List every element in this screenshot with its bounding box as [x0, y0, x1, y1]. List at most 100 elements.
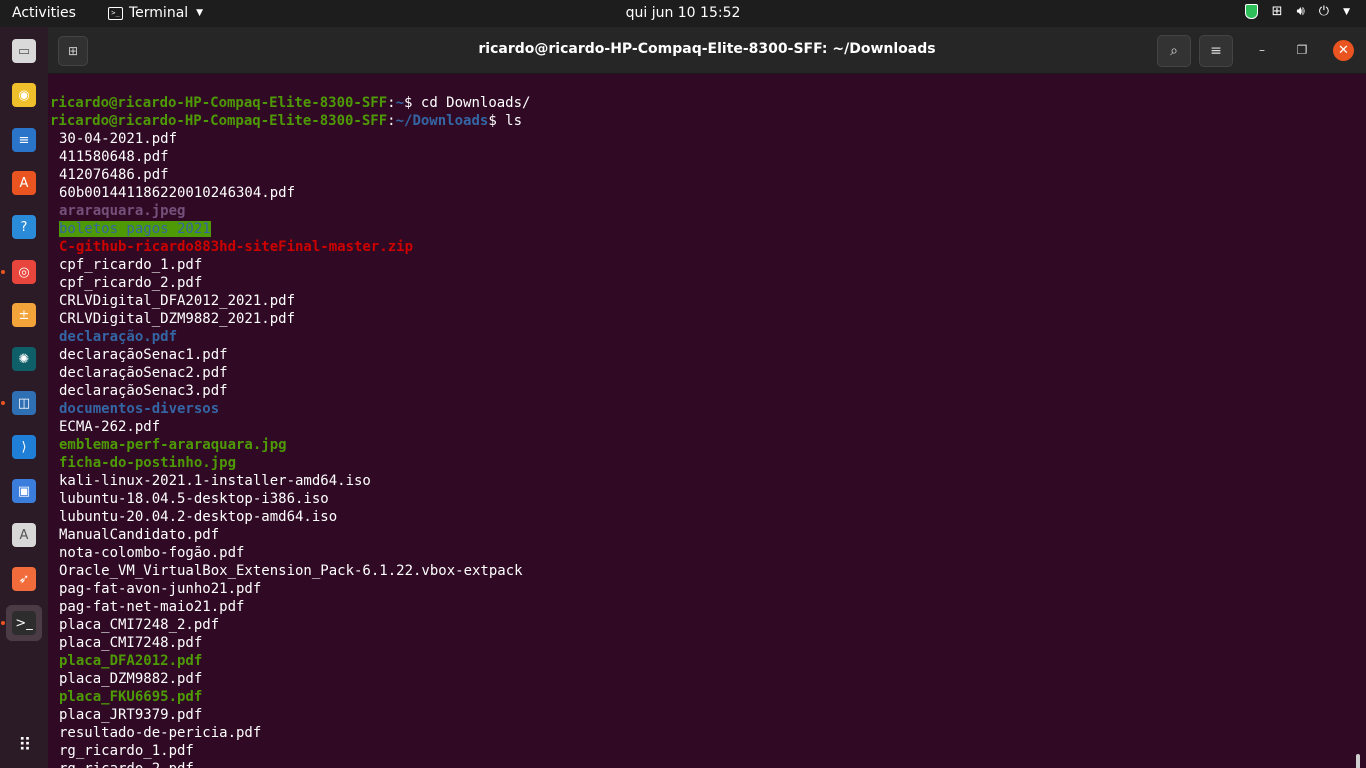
- pdf-icon: A: [12, 523, 36, 547]
- dock-item-virtualbox[interactable]: ◫: [6, 385, 42, 421]
- dock-item-writer[interactable]: ≡: [6, 122, 42, 158]
- search-icon: ⌕: [1170, 43, 1178, 59]
- dock-item-gitkraken[interactable]: ✺: [6, 341, 42, 377]
- ls-entry: cpf_ricardo_1.pdf: [50, 256, 530, 274]
- network-icon[interactable]: ⊞: [1272, 4, 1283, 19]
- close-icon: ✕: [1338, 43, 1349, 58]
- ls-entry: nota-colombo-fogão.pdf: [50, 544, 530, 562]
- ls-entry: 411580648.pdf: [50, 148, 530, 166]
- file-name: emblema-perf-araraquara.jpg: [59, 437, 287, 453]
- activities-button[interactable]: Activities: [12, 5, 76, 21]
- file-name: CRLVDigital_DZM9882_2021.pdf: [59, 311, 296, 327]
- ls-entry: 412076486.pdf: [50, 166, 530, 184]
- ls-entry: lubuntu-18.04.5-desktop-i386.iso: [50, 490, 530, 508]
- menu-button[interactable]: ≡: [1199, 35, 1233, 67]
- new-tab-button[interactable]: ⊞: [58, 36, 88, 66]
- file-name: pag-fat-avon-junho21.pdf: [59, 581, 262, 597]
- volume-icon[interactable]: 🔊︎: [1297, 4, 1305, 19]
- postman-icon: ➶: [12, 567, 36, 591]
- terminal-lines: ricardo@ricardo-HP-Compaq-Elite-8300-SFF…: [50, 94, 530, 768]
- clock[interactable]: qui jun 10 15:52: [626, 5, 741, 21]
- file-name: Oracle_VM_VirtualBox_Extension_Pack-6.1.…: [59, 563, 523, 579]
- search-button[interactable]: ⌕: [1157, 35, 1191, 67]
- ls-entry: boletos pagos 2021: [50, 220, 530, 238]
- file-name: kali-linux-2021.1-installer-amd64.iso: [59, 473, 371, 489]
- gitkraken-icon: ✺: [12, 347, 36, 371]
- file-name: declaração.pdf: [59, 329, 178, 345]
- power-icon[interactable]: ⏻: [1319, 4, 1329, 19]
- file-name: ficha-do-postinho.jpg: [59, 455, 237, 471]
- running-indicator: [1, 270, 5, 274]
- system-tray[interactable]: ⊞ 🔊︎ ⏻ ▼: [1244, 4, 1350, 19]
- ls-entry: declaraçãoSenac1.pdf: [50, 346, 530, 364]
- dock-item-postman[interactable]: ➶: [6, 561, 42, 597]
- chevron-down-icon[interactable]: ▼: [1343, 7, 1350, 17]
- dock: ▭ ◉ ≡ A? ◎ ± ✺ ◫ ⟩ ▣ A ➶ >_ ⠿: [0, 27, 48, 768]
- prompt-dollar: $: [404, 95, 421, 111]
- dock-item-chrome[interactable]: ◎: [6, 254, 42, 290]
- file-name: placa_JRT9379.pdf: [59, 707, 203, 723]
- dock-item-screenshot[interactable]: ▣: [6, 473, 42, 509]
- file-name: cpf_ricardo_2.pdf: [59, 275, 203, 291]
- prompt-separator: :: [387, 113, 396, 129]
- store-icon: A: [12, 171, 36, 195]
- file-name: araraquara.jpeg: [59, 203, 186, 219]
- shield-icon[interactable]: [1244, 4, 1258, 19]
- ls-entry: cpf_ricardo_2.pdf: [50, 274, 530, 292]
- file-name: 412076486.pdf: [59, 167, 169, 183]
- terminal-output[interactable]: ricardo@ricardo-HP-Compaq-Elite-8300-SFF…: [48, 74, 1366, 768]
- ls-entry: rg_ricardo_2.pdf: [50, 760, 530, 768]
- file-name: placa_CMI7248.pdf: [59, 635, 203, 651]
- ls-entry: CRLVDigital_DZM9882_2021.pdf: [50, 310, 530, 328]
- file-name: lubuntu-18.04.5-desktop-i386.iso: [59, 491, 329, 507]
- virtualbox-icon: ◫: [12, 391, 36, 415]
- ls-entry: declaraçãoSenac3.pdf: [50, 382, 530, 400]
- chrome-icon: ◎: [12, 260, 36, 284]
- file-name: cpf_ricardo_1.pdf: [59, 257, 203, 273]
- file-name: 60b001441186220010246304.pdf: [59, 185, 296, 201]
- file-name: declaraçãoSenac2.pdf: [59, 365, 228, 381]
- file-name: declaraçãoSenac3.pdf: [59, 383, 228, 399]
- ls-entry: emblema-perf-araraquara.jpg: [50, 436, 530, 454]
- dock-item-pdf-viewer[interactable]: A: [6, 517, 42, 553]
- file-name: C-github-ricardo883hd-siteFinal-master.z…: [59, 239, 414, 255]
- ls-entry: placa_CMI7248.pdf: [50, 634, 530, 652]
- folder-icon: ▭: [12, 39, 36, 63]
- app-menu[interactable]: >_ Terminal ▼: [108, 5, 203, 21]
- maximize-icon: ❐: [1296, 43, 1308, 57]
- dock-item-terminal[interactable]: >_: [6, 605, 42, 641]
- terminal-window: ⊞ ricardo@ricardo-HP-Compaq-Elite-8300-S…: [48, 27, 1366, 768]
- ls-entry: lubuntu-20.04.2-desktop-amd64.iso: [50, 508, 530, 526]
- dock-item-vscode[interactable]: ⟩: [6, 429, 42, 465]
- close-button[interactable]: ✕: [1333, 40, 1354, 61]
- dock-item-help[interactable]: ?: [6, 209, 42, 245]
- dock-item-files[interactable]: ▭: [6, 33, 42, 69]
- running-indicator: [1, 621, 5, 625]
- maximize-button[interactable]: ❐: [1293, 41, 1311, 59]
- help-icon: ?: [12, 215, 36, 239]
- dock-item-rhythmbox[interactable]: ◉: [6, 77, 42, 113]
- file-name: rg_ricardo_2.pdf: [59, 761, 194, 768]
- prompt-user: ricardo@ricardo-HP-Compaq-Elite-8300-SFF: [50, 113, 388, 129]
- prompt-dollar: $: [488, 113, 506, 129]
- scrollbar[interactable]: [1356, 754, 1360, 768]
- dock-item-calculator[interactable]: ±: [6, 297, 42, 333]
- prompt-separator: :: [387, 95, 396, 111]
- dock-item-software[interactable]: A: [6, 165, 42, 201]
- ls-entry: araraquara.jpeg: [50, 202, 530, 220]
- file-name: nota-colombo-fogão.pdf: [59, 545, 245, 561]
- running-indicator: [1, 401, 5, 405]
- new-tab-icon: ⊞: [67, 44, 79, 58]
- file-name: placa_CMI7248_2.pdf: [59, 617, 220, 633]
- ls-entry: placa_DZM9882.pdf: [50, 670, 530, 688]
- ls-entry: declaração.pdf: [50, 328, 530, 346]
- top-bar: Activities >_ Terminal ▼ qui jun 10 15:5…: [0, 0, 1366, 27]
- ls-entry: ficha-do-postinho.jpg: [50, 454, 530, 472]
- prompt-command: ls: [505, 113, 523, 129]
- file-name: placa_FKU6695.pdf: [59, 689, 203, 705]
- app-menu-label: Terminal: [129, 5, 189, 21]
- ls-entry: CRLVDigital_DFA2012_2021.pdf: [50, 292, 530, 310]
- show-applications-button[interactable]: ⠿: [6, 727, 42, 763]
- minimize-button[interactable]: –: [1253, 41, 1271, 59]
- ls-entry: placa_CMI7248_2.pdf: [50, 616, 530, 634]
